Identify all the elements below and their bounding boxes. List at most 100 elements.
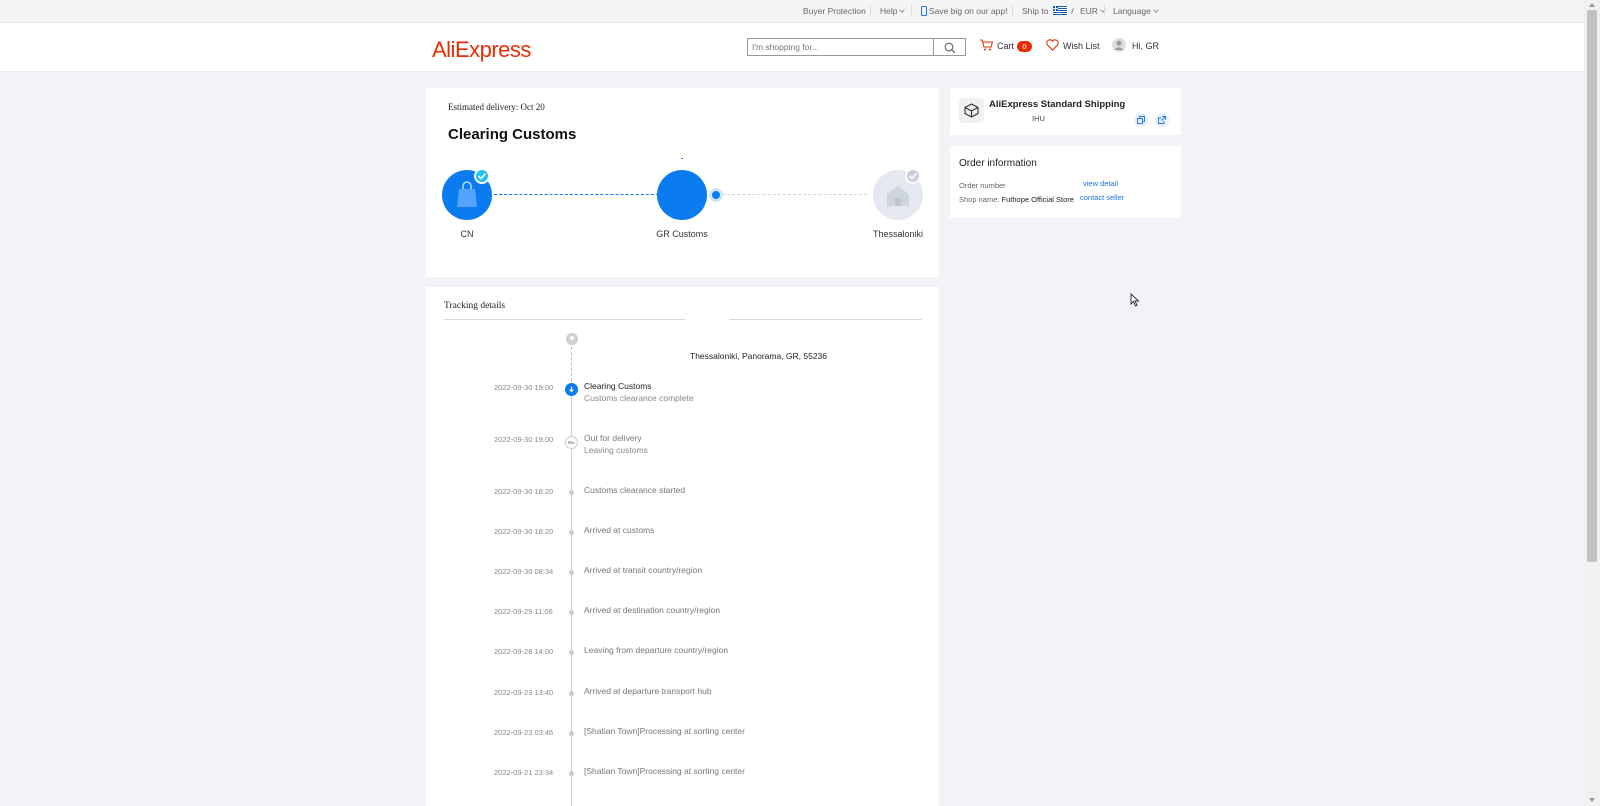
event-subtitle: Customs clearance complete	[584, 393, 694, 403]
view-detail-link[interactable]: view detail	[1083, 179, 1118, 188]
check-badge-icon	[474, 168, 490, 184]
event-time: 2022-09-30 18:20	[494, 487, 554, 496]
timeline-rail	[571, 397, 572, 806]
timeline-dot	[569, 691, 574, 696]
tracking-details-title: Tracking details	[444, 301, 506, 311]
tracking-details-card: Tracking details Thessaloniki, Panorama,…	[426, 287, 939, 806]
timeline-dot	[569, 610, 574, 615]
divider	[729, 319, 922, 320]
event-time: 2022-09-29 11:06	[494, 607, 553, 616]
destination-node-label: Thessaloniki	[872, 229, 924, 239]
ship-to-label: Ship to	[1022, 6, 1049, 16]
search-icon	[944, 42, 956, 54]
event-title: Leaving from departure country/region	[584, 645, 729, 655]
wishlist-label: Wish List	[1063, 41, 1100, 51]
ship-to-selector[interactable]: Ship to / EUR	[1022, 6, 1106, 16]
search-input[interactable]	[747, 38, 934, 56]
event-title: Clearing Customs	[584, 381, 652, 391]
account-menu[interactable]: Hi, GR	[1112, 38, 1159, 52]
event-title: Arrived at transit country/region	[584, 565, 703, 575]
estimated-delivery: Estimated delivery: Oct 20	[448, 102, 545, 112]
top-utility-bar: Buyer Protection Help Save big on our ap…	[0, 0, 1584, 23]
origin-node-label: CN	[460, 229, 474, 239]
app-promo-label: Save big on our app!	[929, 6, 1008, 16]
event-title: Arrived at customs	[584, 525, 655, 535]
divider	[1104, 5, 1105, 17]
divider	[911, 5, 912, 17]
timeline-dot	[569, 771, 574, 776]
shipping-method-name: AliExpress Standard Shipping	[989, 99, 1126, 110]
shop-name-value: Futhope Official Store	[1001, 195, 1074, 204]
event-time: 2022-09-30 18:20	[494, 527, 554, 536]
heart-icon	[1046, 39, 1059, 51]
greeting-label: Hi, GR	[1132, 41, 1159, 51]
event-time: 2022-09-30 08:34	[494, 567, 554, 576]
divider	[870, 5, 871, 17]
delivery-summary-card: Estimated delivery: Oct 20 Clearing Cust…	[426, 88, 939, 277]
event-subtitle: Leaving customs	[584, 445, 648, 455]
event-time: 2022-09-30 19:00	[494, 383, 554, 392]
shop-name-label: Shop name:	[959, 195, 1000, 204]
open-external-button[interactable]	[1155, 113, 1169, 127]
contact-seller-link[interactable]: contact seller	[1080, 193, 1124, 202]
event-title: Out for delivery	[584, 433, 642, 443]
shipping-method-card: AliExpress Standard Shipping IHU	[950, 88, 1181, 135]
progress-line-pending	[717, 194, 867, 195]
timeline-dot	[569, 570, 574, 575]
divider	[1012, 5, 1013, 17]
help-menu[interactable]: Help	[880, 6, 906, 16]
event-title: [Shatian Town]Processing at sorting cent…	[584, 766, 745, 776]
customs-node	[657, 170, 707, 220]
language-label: Language	[1113, 6, 1151, 16]
current-position-indicator	[709, 188, 723, 202]
tracking-code: IHU	[1032, 114, 1045, 123]
currency-label: EUR	[1079, 6, 1098, 16]
order-number-label: Order number	[959, 181, 1006, 190]
customs-node-label: GR Customs	[656, 229, 708, 239]
scroll-up-arrow-icon[interactable]	[1589, 3, 1595, 7]
scrollbar-thumb[interactable]	[1587, 10, 1597, 562]
location-pin-icon	[566, 333, 578, 345]
cart-count-badge: 0	[1017, 41, 1033, 52]
cart-label: Cart	[997, 41, 1015, 51]
timeline-dot	[569, 650, 574, 655]
buyer-protection-link[interactable]: Buyer Protection	[803, 6, 866, 16]
timeline-dot	[569, 490, 574, 495]
event-time: 2022-09-21 23:34	[494, 768, 554, 777]
chevron-down-icon	[1152, 7, 1159, 13]
shop-name-row: Shop name: Futhope Official Store	[959, 195, 1074, 204]
truck-icon	[565, 436, 578, 449]
check-badge-icon	[905, 168, 921, 184]
aliexpress-logo[interactable]: AliExpress	[432, 37, 531, 63]
order-information-card: Order information Order number view deta…	[950, 146, 1181, 218]
cart-button[interactable]: Cart 0	[979, 39, 1033, 52]
copy-button[interactable]	[1134, 113, 1148, 127]
event-title: [Shatian Town]Processing at sorting cent…	[584, 726, 745, 736]
currency-separator: /	[1071, 6, 1074, 16]
event-time: 2022-09-30 19:00	[494, 435, 554, 444]
event-time: 2022-09-23 13:40	[494, 688, 554, 697]
greece-flag-icon	[1052, 6, 1067, 15]
event-time: 2022-09-28 14:00	[494, 647, 554, 656]
event-title: Customs clearance started	[584, 485, 686, 495]
help-label: Help	[880, 6, 898, 16]
status-title: Clearing Customs	[448, 126, 577, 143]
order-information-title: Order information	[959, 158, 1037, 169]
cart-icon	[980, 39, 994, 51]
delivery-address: Thessaloniki, Panorama, GR, 55236	[690, 351, 828, 361]
language-selector[interactable]: Language	[1113, 6, 1159, 16]
search-button[interactable]	[934, 38, 966, 56]
current-event-icon	[565, 383, 578, 396]
event-title: Arrived at departure transport hub	[584, 686, 712, 696]
wishlist-button[interactable]: Wish List	[1046, 39, 1100, 51]
timeline-dot	[569, 731, 574, 736]
app-promo-link[interactable]: Save big on our app!	[921, 6, 1007, 16]
site-header: AliExpress Cart0 Wish List Hi, GR	[0, 23, 1584, 72]
mouse-cursor-icon	[1130, 293, 1140, 307]
scroll-down-arrow-icon[interactable]	[1589, 798, 1595, 802]
user-avatar-icon	[1112, 38, 1126, 52]
chevron-down-icon	[899, 7, 906, 13]
timeline-dot	[569, 530, 574, 535]
progress-line-completed	[494, 194, 664, 195]
copy-icon	[1137, 116, 1145, 124]
